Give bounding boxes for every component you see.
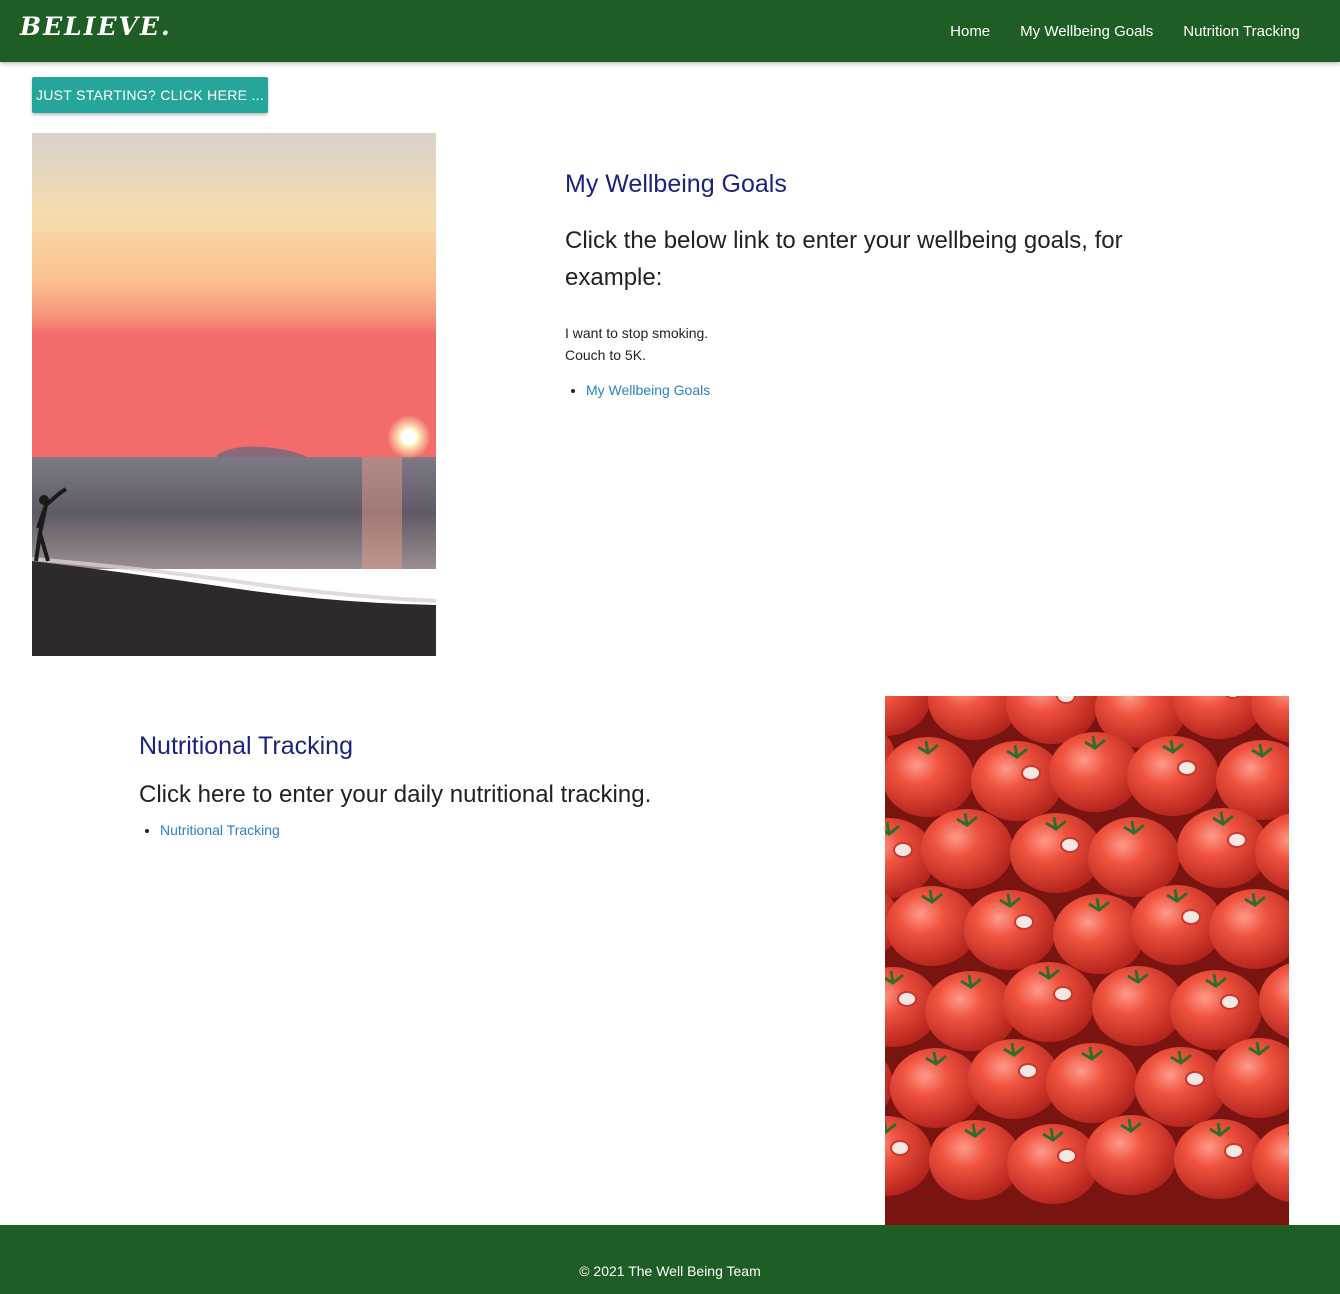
nav-link-wellbeing-goals[interactable]: My Wellbeing Goals [1020,23,1153,40]
nutritional-tracking-lead: Click here to enter your daily nutrition… [139,781,652,808]
wellbeing-goals-link-list: My Wellbeing Goals [565,380,1205,400]
nutritional-tracking-link-list: Nutritional Tracking [139,820,839,840]
tomatoes-image [885,696,1289,1225]
page-footer: © 2021 The Well Being Team [0,1225,1340,1294]
wellbeing-goals-lead: Click the below link to enter your wellb… [565,227,1123,291]
wellbeing-goals-title: My Wellbeing Goals [565,170,787,198]
nav-link-home[interactable]: Home [950,23,990,40]
sunset-beach-image [32,133,436,656]
nutritional-tracking-link[interactable]: Nutritional Tracking [160,822,280,838]
brand-logo[interactable]: BELIEVE. [20,12,172,41]
wellbeing-goals-section: My Wellbeing Goals Click the below link … [565,168,1205,400]
goal-examples: I want to stop smoking. Couch to 5K. [565,322,1205,366]
nav-link-nutrition-tracking[interactable]: Nutrition Tracking [1183,23,1300,40]
list-item: Nutritional Tracking [160,820,839,840]
wellbeing-goals-link[interactable]: My Wellbeing Goals [586,382,710,398]
footer-copyright: © 2021 The Well Being Team [579,1262,761,1279]
top-navbar: BELIEVE. Home My Wellbeing Goals Nutriti… [0,0,1340,62]
nutritional-tracking-title: Nutritional Tracking [139,732,353,760]
nav-links: Home My Wellbeing Goals Nutrition Tracki… [920,0,1300,62]
goal-example: I want to stop smoking. [565,325,709,341]
just-starting-button[interactable]: JUST STARTING? CLICK HERE ... [32,77,268,113]
list-item: My Wellbeing Goals [586,380,1205,400]
nutritional-tracking-section: Nutritional Tracking Click here to enter… [139,730,839,840]
goal-example: Couch to 5K. [565,347,646,363]
